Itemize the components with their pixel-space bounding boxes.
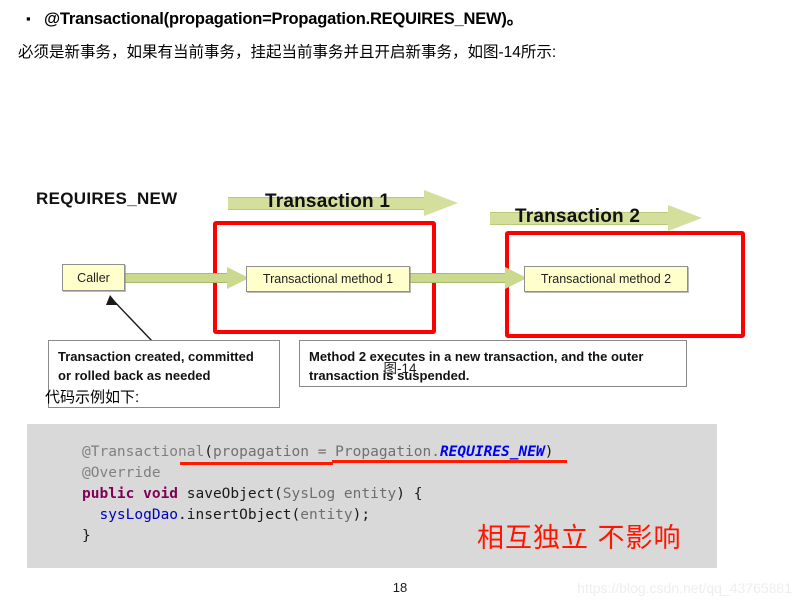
code-line: @Override: [82, 463, 553, 484]
code-token: }: [82, 528, 91, 544]
arrow-shaft: [120, 273, 227, 283]
code-token: REQUIRES_NEW: [439, 444, 545, 460]
code-annotation-note: 相互独立 不影响: [477, 523, 682, 553]
code-token: saveObject(: [178, 486, 283, 502]
flow-arrow-caller-to-method1: [120, 267, 249, 289]
figure-diagram: REQUIRES_NEW Transaction 1 Transaction 2…: [0, 88, 800, 408]
bullet-row: ▪ @Transactional(propagation=Propagation…: [18, 6, 788, 32]
flow-arrow-method1-to-method2: [408, 267, 527, 289]
code-token: public void: [82, 486, 179, 502]
node-transactional-method-2-label: Transactional method 2: [540, 272, 672, 286]
code-token: SysLog entity: [282, 486, 397, 502]
code-underline-segment-1: [180, 462, 333, 465]
bullet-marker-icon: ▪: [26, 11, 31, 26]
code-token: (: [204, 444, 213, 460]
arrow-head: [424, 190, 458, 216]
code-token: );: [352, 507, 371, 523]
node-caller-label: Caller: [77, 270, 110, 285]
code-token: sysLogDao: [99, 507, 179, 523]
figure-caption: 图-14: [383, 361, 417, 376]
code-token: entity: [300, 507, 353, 523]
code-token: .insertObject(: [178, 507, 301, 523]
code-token: ): [544, 444, 554, 460]
code-token: @Override: [82, 465, 161, 481]
code-intro-text: 代码示例如下:: [45, 389, 140, 406]
code-token: propagation = Propagation.: [212, 444, 440, 460]
watermark: https://blog.csdn.net/qq_43765881: [577, 580, 792, 596]
slide-heading: ▪ @Transactional(propagation=Propagation…: [18, 6, 788, 32]
code-token: @Transactional: [82, 444, 205, 460]
arrow-shaft: [408, 273, 505, 283]
code-token: ) {: [396, 486, 423, 502]
arrow-head: [668, 205, 702, 231]
code-underline-segment-2: [332, 460, 567, 463]
page-title: @Transactional(propagation=Propagation.R…: [44, 10, 524, 28]
node-transactional-method-2: Transactional method 2: [524, 266, 688, 292]
node-caller: Caller: [62, 264, 125, 291]
transaction-2-banner-label: Transaction 2: [515, 206, 641, 227]
code-line: public void saveObject(SysLog entity) {: [82, 484, 553, 505]
callout-leader-line: [106, 295, 153, 342]
node-transactional-method-1: Transactional method 1: [246, 266, 410, 292]
node-transactional-method-1-label: Transactional method 1: [262, 272, 394, 286]
intro-sentence: 必须是新事务，如果有当前事务，挂起当前事务并且开启新事务，如图-14所示:: [18, 44, 557, 61]
transaction-1-banner-label: Transaction 1: [265, 191, 391, 212]
figure-title-label: REQUIRES_NEW: [36, 189, 178, 208]
